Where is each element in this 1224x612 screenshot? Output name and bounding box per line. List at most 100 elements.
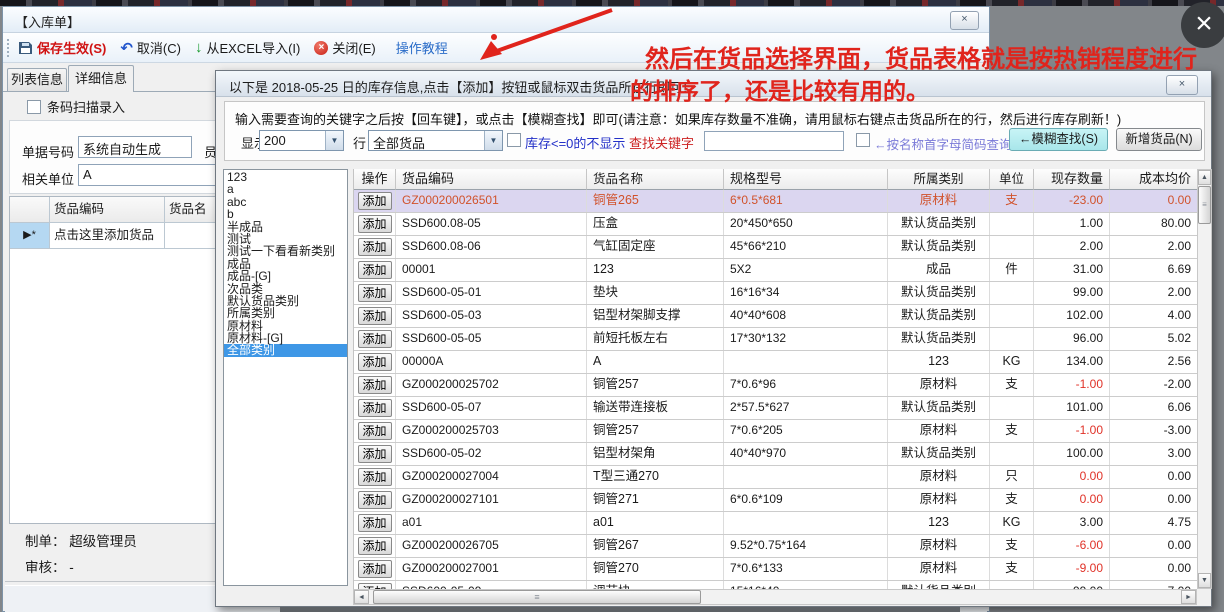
add-button[interactable]: 添加	[358, 261, 392, 279]
item-unit-cell	[990, 213, 1034, 235]
stock-row[interactable]: 添加00000AA123KG134.002.56	[354, 351, 1198, 374]
close-button-label: 关闭(E)	[332, 38, 375, 57]
dialog-close-button[interactable]: ×	[1166, 75, 1198, 95]
related-unit-input[interactable]: A	[78, 164, 238, 186]
barcode-scan-checkbox[interactable]	[27, 100, 41, 114]
stock-row[interactable]: 添加SSD600-05-02铝型材架角40*40*970默认货品类别100.00…	[354, 443, 1198, 466]
overlay-close-icon[interactable]: ×	[1181, 2, 1224, 48]
add-button[interactable]: 添加	[358, 307, 392, 325]
stock-row[interactable]: 添加GZ000200027001铜管2707*0.6*133原材料支-9.000…	[354, 558, 1198, 581]
scroll-up-button[interactable]: ▲	[1198, 170, 1211, 185]
fuzzy-search-button[interactable]: ←模糊查找(S)	[1009, 128, 1108, 151]
add-button[interactable]: 添加	[358, 192, 392, 210]
stock-row[interactable]: 添加SSD600-05-03铝型材架脚支撑40*40*608默认货品类别102.…	[354, 305, 1198, 328]
vertical-scroll-thumb[interactable]: ≡	[1198, 186, 1211, 224]
tab-detail-info[interactable]: 详细信息	[68, 65, 134, 92]
scroll-right-button[interactable]: ►	[1181, 590, 1196, 604]
item-code-cell: GZ000200027101	[396, 489, 587, 511]
add-button[interactable]: 添加	[358, 215, 392, 233]
item-category-cell: 原材料	[888, 535, 990, 557]
add-button[interactable]: 添加	[358, 284, 392, 302]
cancel-button[interactable]: ↶ 取消(C)	[120, 38, 181, 57]
stock-row[interactable]: 添加GZ000200025702铜管2577*0.6*96原材料支-1.00-2…	[354, 374, 1198, 397]
column-header[interactable]: 货品编码	[396, 169, 587, 190]
category-item[interactable]: abc	[224, 196, 347, 208]
keyword-input[interactable]	[704, 131, 844, 151]
stock-row[interactable]: 添加SSD600-05-01垫块16*16*34默认货品类别99.002.00	[354, 282, 1198, 305]
item-code-cell: GZ000200027004	[396, 466, 587, 488]
add-button[interactable]: 添加	[358, 399, 392, 417]
category-item[interactable]: 所属类别	[224, 307, 347, 319]
scroll-down-button[interactable]: ▼	[1198, 573, 1211, 588]
chevron-down-icon[interactable]: ▼	[484, 131, 502, 150]
item-unit-cell	[990, 397, 1034, 419]
add-button[interactable]: 添加	[358, 560, 392, 578]
add-button[interactable]: 添加	[358, 491, 392, 509]
item-category-cell: 原材料	[888, 466, 990, 488]
column-header[interactable]: 货品名称	[587, 169, 724, 190]
red-dot-annotation	[491, 34, 497, 40]
stock-row[interactable]: 添加000011235X2成品件31.006.69	[354, 259, 1198, 282]
stock-row[interactable]: 添加GZ000200025703铜管2577*0.6*205原材料支-1.00-…	[354, 420, 1198, 443]
barcode-scan-label: 条码扫描录入	[47, 97, 125, 116]
window-close-button[interactable]: ×	[950, 11, 979, 30]
close-button[interactable]: × 关闭(E)	[314, 38, 375, 57]
new-item-button[interactable]: 新增货品(N)	[1116, 128, 1202, 151]
add-button[interactable]: 添加	[358, 537, 392, 555]
add-button[interactable]: 添加	[358, 238, 392, 256]
stock-row[interactable]: 添加SSD600.08-05压盒20*450*650默认货品类别1.0080.0…	[354, 213, 1198, 236]
add-button[interactable]: 添加	[358, 514, 392, 532]
add-item-hint-cell[interactable]: 点击这里添加货品	[50, 223, 165, 249]
item-spec-cell: 45*66*210	[724, 236, 888, 258]
item-unit-cell	[990, 328, 1034, 350]
column-header[interactable]: 成本均价	[1110, 169, 1198, 190]
stock-row[interactable]: 添加SSD600-05-05前短托板左右17*30*132默认货品类别96.00…	[354, 328, 1198, 351]
category-listbox[interactable]: 123aabcb半成品测试测试一下看看新类别成品成品-[G]次品类默认货品类别所…	[223, 169, 348, 586]
doc-no-input[interactable]: 系统自动生成	[78, 136, 192, 158]
add-button[interactable]: 添加	[358, 330, 392, 348]
stock-row[interactable]: 添加GZ000200026705铜管2679.52*0.75*164原材料支-6…	[354, 535, 1198, 558]
save-button[interactable]: 保存生效(S)	[18, 38, 106, 57]
add-button[interactable]: 添加	[358, 422, 392, 440]
add-button[interactable]: 添加	[358, 468, 392, 486]
stock-row[interactable]: 添加GZ000200026501铜管2656*0.5*681原材料支-23.00…	[354, 190, 1198, 213]
scroll-left-button[interactable]: ◄	[354, 590, 369, 604]
column-header[interactable]: 操作	[354, 169, 396, 190]
show-count-combo[interactable]: 200 ▼	[259, 130, 344, 151]
tab-list-info[interactable]: 列表信息	[7, 68, 67, 91]
column-header[interactable]: 单位	[990, 169, 1034, 190]
chevron-down-icon[interactable]: ▼	[325, 131, 343, 150]
item-spec-cell: 17*30*132	[724, 328, 888, 350]
stock-row[interactable]: 添加GZ000200027004T型三通270原材料只0.000.00	[354, 466, 1198, 489]
tutorial-link[interactable]: 操作教程	[396, 38, 448, 57]
horizontal-scroll-thumb[interactable]: ≡	[373, 590, 701, 604]
stock-row[interactable]: 添加GZ000200027101铜管2716*0.6*109原材料支0.000.…	[354, 489, 1198, 512]
item-name-cell: 铜管257	[587, 374, 724, 396]
category-item[interactable]: 全部类别	[224, 344, 347, 356]
add-button[interactable]: 添加	[358, 445, 392, 463]
item-spec-cell	[724, 351, 888, 373]
add-button[interactable]: 添加	[358, 353, 392, 371]
category-item[interactable]: 123	[224, 171, 347, 183]
add-button[interactable]: 添加	[358, 376, 392, 394]
category-item[interactable]: 测试一下看看新类别	[224, 245, 347, 257]
vertical-scrollbar[interactable]: ▲ ≡ ▼	[1197, 169, 1212, 589]
stock-row[interactable]: 添加SSD600.08-06气缸固定座45*66*210默认货品类别2.002.…	[354, 236, 1198, 259]
category-item[interactable]: b	[224, 208, 347, 220]
horizontal-scrollbar[interactable]: ◄ ≡ ►	[353, 589, 1197, 605]
stock-row[interactable]: 添加SSD600-05-07输送带连接板2*57.5*627默认货品类别101.…	[354, 397, 1198, 420]
category-combo[interactable]: 全部货品 ▼	[368, 130, 503, 151]
hide-zero-checkbox[interactable]	[507, 133, 521, 147]
stock-row[interactable]: 添加a01a01123KG3.004.75	[354, 512, 1198, 535]
category-item[interactable]: 成品-[G]	[224, 270, 347, 282]
stock-row[interactable]: 添加SSD600-05-09调节块15*16*40默认货品类别99.007.00	[354, 581, 1198, 589]
column-header[interactable]: 所属类别	[888, 169, 990, 190]
column-header[interactable]: 现存数量	[1034, 169, 1110, 190]
item-name-cell: 铜管265	[587, 190, 724, 212]
pinyin-checkbox[interactable]	[856, 133, 870, 147]
category-item[interactable]: a	[224, 183, 347, 195]
column-header[interactable]: 规格型号	[724, 169, 888, 190]
import-excel-button[interactable]: ↓ 从EXCEL导入(I)	[195, 38, 300, 57]
item-name-cell: 铜管257	[587, 420, 724, 442]
item-qty-cell: -1.00	[1034, 374, 1110, 396]
